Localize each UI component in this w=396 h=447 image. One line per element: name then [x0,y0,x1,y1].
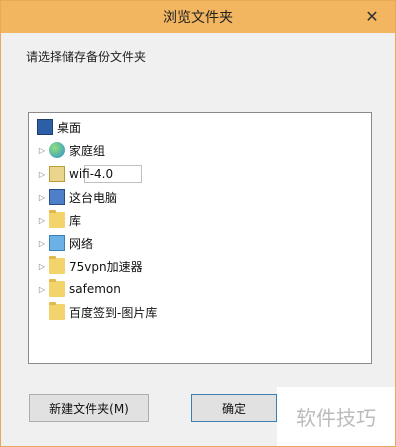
new-folder-button[interactable]: 新建文件夹(M) [29,394,149,422]
network-icon [49,235,65,251]
homegroup-icon [49,142,65,158]
tree-item-desktop[interactable]: 桌面 [35,117,81,137]
tree-item-label: safemon [69,282,121,296]
tree-item-baidu[interactable]: 百度签到-图片库 [47,302,157,322]
chevron-right-icon[interactable]: ▷ [37,215,47,225]
tree-item-75vpn[interactable]: ▷ 75vpn加速器 [37,256,143,276]
folder-icon [49,302,65,320]
watermark: 软件技巧 [277,387,395,446]
tree-item-label: 库 [69,213,82,228]
chevron-right-icon[interactable]: ▷ [37,192,47,202]
folder-icon [49,256,65,274]
tree-item-label: 这台电脑 [69,190,118,205]
ok-button-label: 确定 [221,401,246,416]
tree-item-safemon[interactable]: ▷ safemon [37,279,121,299]
dialog-prompt: 请选择储存备份文件夹 [26,50,147,64]
title-bar[interactable]: 浏览文件夹 ✕ [1,1,395,33]
tree-item-label: 75vpn加速器 [69,259,143,274]
tree-item-label: 桌面 [57,120,82,135]
folder-tree[interactable]: 桌面 ▷ 家庭组 ▷ wifi-4.0 ▷ 这台电脑 ▷ 库 ▷ 网络 ▷ 75… [28,112,372,364]
tree-item-network[interactable]: ▷ 网络 [37,233,93,253]
tree-item-homegroup[interactable]: ▷ 家庭组 [37,140,105,160]
chevron-right-icon[interactable]: ▷ [37,261,47,271]
tree-item-label: 家庭组 [69,143,106,158]
tree-item-label: 网络 [69,236,94,251]
computer-icon [49,189,65,205]
folder-icon [49,279,65,297]
tree-item-label: wifi-4.0 [69,167,114,181]
close-button[interactable]: ✕ [359,5,385,27]
watermark-text: 软件技巧 [296,406,376,430]
new-folder-button-label: 新建文件夹(M) [49,401,129,416]
chevron-right-icon[interactable]: ▷ [37,284,47,294]
desktop-icon [37,119,53,135]
browse-folder-dialog: 浏览文件夹 ✕ 请选择储存备份文件夹 桌面 ▷ 家庭组 ▷ wifi-4.0 ▷… [0,0,396,447]
chevron-right-icon[interactable]: ▷ [37,145,47,155]
tree-item-wifi[interactable]: ▷ wifi-4.0 [37,164,113,184]
ok-button[interactable]: 确定 [191,394,277,422]
wifi-folder-icon [49,166,65,182]
tree-item-library[interactable]: ▷ 库 [37,210,81,230]
close-icon: ✕ [365,6,379,26]
tree-item-label: 百度签到-图片库 [69,305,158,320]
window-title: 浏览文件夹 [163,10,233,26]
chevron-right-icon[interactable]: ▷ [37,169,47,179]
library-folder-icon [49,210,65,228]
tree-item-this-pc[interactable]: ▷ 这台电脑 [37,187,117,207]
chevron-right-icon[interactable]: ▷ [37,238,47,248]
